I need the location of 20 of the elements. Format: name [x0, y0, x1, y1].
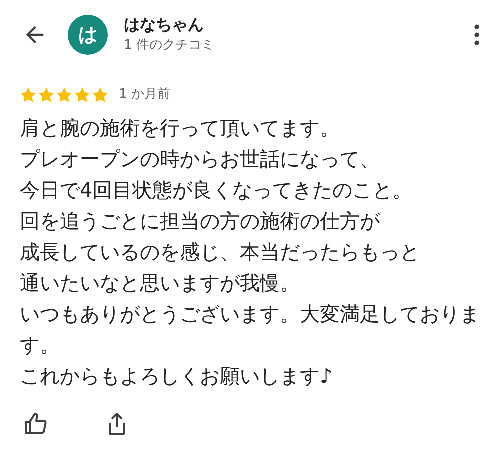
star-icon: [74, 87, 91, 103]
thumbs-up-icon[interactable]: [24, 412, 48, 436]
review-text-line: プレオープンの時からお世話になって、: [20, 146, 380, 173]
review-text-line: これからもよろしくお願いします♪: [20, 363, 333, 390]
reviewer-name: はなちゃん: [124, 14, 205, 36]
review-text-line: 回を追うごとに担当の方の施術の仕方が: [20, 208, 380, 235]
avatar: は: [68, 15, 108, 55]
star-icon: [38, 87, 55, 103]
review-text-line: 今日で4回目状態が良くなってきたのこと。: [20, 177, 413, 204]
review-text-line: いつもありがとうございます。大変満足しております。: [20, 301, 481, 359]
review-text-line: 通いたいなと思いますが我慢。: [20, 270, 300, 297]
more-options-icon[interactable]: [474, 24, 480, 46]
star-icon: [56, 87, 73, 103]
review-count: 1 件のクチコミ: [124, 37, 216, 55]
review-time: 1 か月前: [119, 86, 170, 104]
review-text-line: 成長しているのを感じ、本当だったらもっと: [20, 239, 420, 266]
star-icon: [92, 87, 109, 103]
review-text-line: 肩と腕の施術を行って頂いてます。: [20, 115, 340, 142]
share-icon[interactable]: [106, 412, 128, 436]
star-icon: [20, 87, 37, 103]
